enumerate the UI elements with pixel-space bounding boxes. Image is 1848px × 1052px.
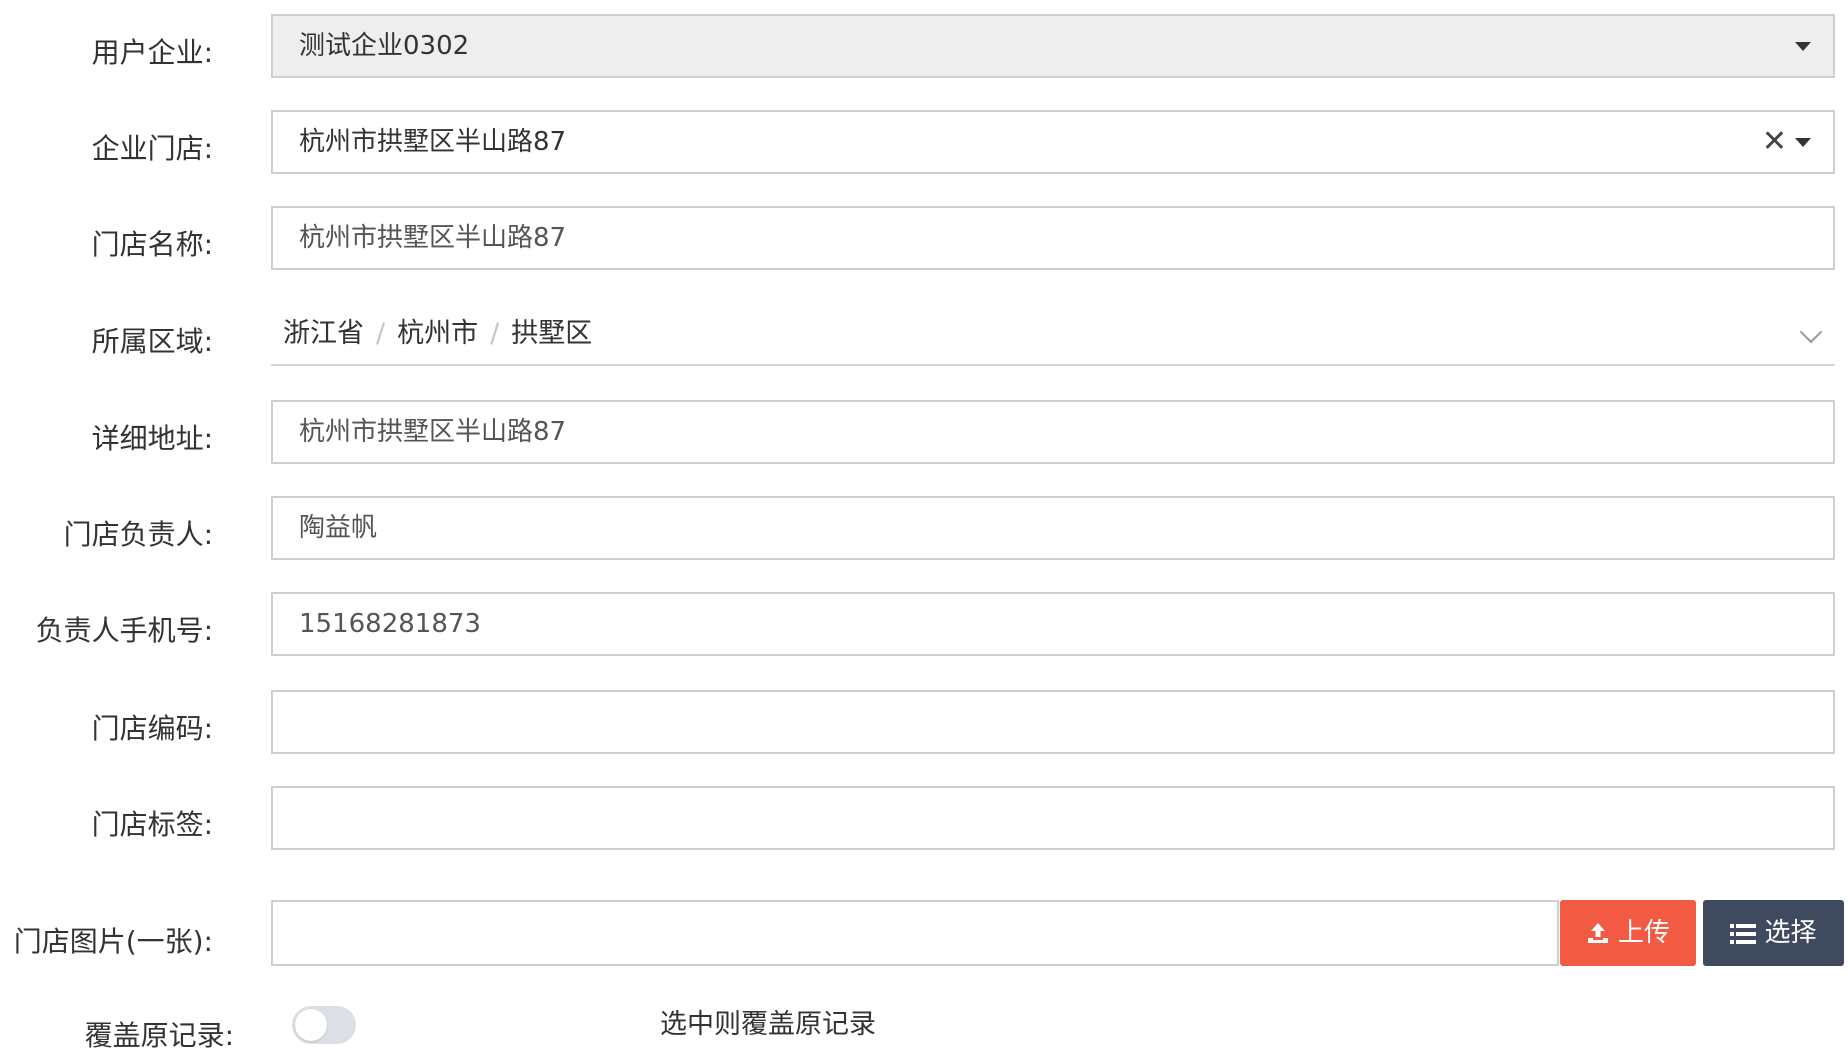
toggle-knob <box>295 1009 327 1041</box>
phone-value: 15168281873 <box>299 609 481 639</box>
store-name-value: 杭州市拱墅区半山路87 <box>299 223 567 253</box>
region-city: 杭州市 <box>397 318 479 349</box>
store-image-label: 门店图片(一张): <box>13 925 213 958</box>
store-select[interactable]: 杭州市拱墅区半山路87 ✕ <box>271 110 1835 174</box>
row-overwrite: 覆盖原记录: 选中则覆盖原记录 <box>0 1000 1848 1052</box>
address-label: 详细地址: <box>91 422 213 455</box>
choose-button[interactable]: 选择 <box>1703 900 1844 966</box>
caret-down-icon <box>1795 42 1811 51</box>
chevron-down-icon <box>1799 320 1823 344</box>
manager-label: 门店负责人: <box>63 518 213 551</box>
store-name-input[interactable]: 杭州市拱墅区半山路87 <box>271 206 1835 270</box>
store-image-input[interactable] <box>271 900 1559 966</box>
manager-value: 陶益帆 <box>299 513 378 543</box>
row-store-image: 门店图片(一张): 上传 选择 <box>0 900 1848 966</box>
overwrite-hint: 选中则覆盖原记录 <box>660 1009 876 1040</box>
upload-icon <box>1587 923 1608 943</box>
caret-down-icon <box>1795 138 1811 147</box>
company-select[interactable]: 测试企业0302 <box>271 14 1835 78</box>
row-store-name: 门店名称: 杭州市拱墅区半山路87 <box>0 206 1848 272</box>
row-company: 用户企业: 测试企业0302 <box>0 14 1848 80</box>
upload-button-label: 上传 <box>1617 918 1670 948</box>
region-separator: / <box>376 318 386 349</box>
choose-button-label: 选择 <box>1764 918 1817 948</box>
company-value: 测试企业0302 <box>299 31 470 61</box>
region-cascader[interactable]: 浙江省 / 杭州市 / 拱墅区 <box>271 306 1835 366</box>
phone-label: 负责人手机号: <box>35 614 213 647</box>
region-district: 拱墅区 <box>511 318 593 349</box>
address-value: 杭州市拱墅区半山路87 <box>299 417 567 447</box>
company-label: 用户企业: <box>91 36 213 69</box>
store-tags-input[interactable] <box>271 786 1835 850</box>
store-tags-label: 门店标签: <box>91 808 213 841</box>
row-store-tags: 门店标签: <box>0 786 1848 852</box>
phone-input[interactable]: 15168281873 <box>271 592 1835 656</box>
store-value: 杭州市拱墅区半山路87 <box>299 127 567 157</box>
region-province: 浙江省 <box>283 318 364 349</box>
row-manager: 门店负责人: 陶益帆 <box>0 496 1848 562</box>
overwrite-toggle[interactable] <box>292 1006 356 1044</box>
overwrite-label: 覆盖原记录: <box>84 1019 234 1052</box>
manager-input[interactable]: 陶益帆 <box>271 496 1835 560</box>
upload-button[interactable]: 上传 <box>1560 900 1696 966</box>
row-address: 详细地址: 杭州市拱墅区半山路87 <box>0 400 1848 466</box>
store-form: 用户企业: 测试企业0302 企业门店: 杭州市拱墅区半山路87 ✕ 门店名称:… <box>0 0 1848 1052</box>
row-store-code: 门店编码: <box>0 690 1848 756</box>
store-code-input[interactable] <box>271 690 1835 754</box>
row-store: 企业门店: 杭州市拱墅区半山路87 ✕ <box>0 110 1848 176</box>
store-code-label: 门店编码: <box>91 712 213 745</box>
region-separator: / <box>490 318 500 349</box>
clear-icon[interactable]: ✕ <box>1762 112 1787 172</box>
row-region: 所属区域: 浙江省 / 杭州市 / 拱墅区 <box>0 306 1848 370</box>
region-label: 所属区域: <box>91 325 213 358</box>
store-label: 企业门店: <box>91 132 213 165</box>
store-name-label: 门店名称: <box>91 228 213 261</box>
address-input[interactable]: 杭州市拱墅区半山路87 <box>271 400 1835 464</box>
list-icon <box>1730 924 1757 944</box>
row-phone: 负责人手机号: 15168281873 <box>0 592 1848 658</box>
